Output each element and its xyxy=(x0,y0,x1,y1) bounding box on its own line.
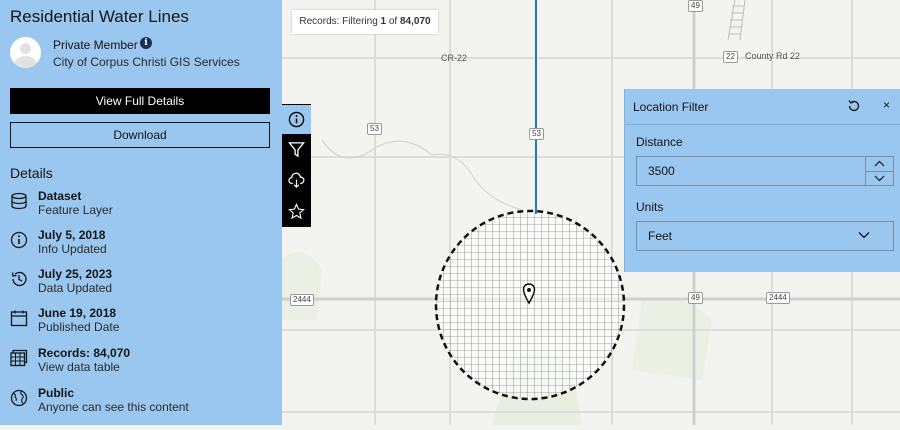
records-total-count: 84,070 xyxy=(400,16,431,27)
location-filter-title: Location Filter xyxy=(633,100,709,114)
increment-button[interactable] xyxy=(866,157,893,172)
star-icon xyxy=(288,203,305,220)
map-tool-strip xyxy=(282,104,311,227)
globe-icon xyxy=(10,389,28,407)
records-filter-status: Records: Filtering 1 of 84,070 xyxy=(292,10,438,34)
location-filter-header: Location Filter × xyxy=(625,89,900,125)
detail-secondary: Feature Layer xyxy=(38,203,113,217)
detail-primary: Public xyxy=(38,386,75,400)
calendar-icon xyxy=(10,310,28,327)
chevron-down-icon xyxy=(874,175,885,182)
favorite-tool-button[interactable] xyxy=(282,197,311,226)
route-shield-49-bottom: 49 xyxy=(688,292,703,304)
route-shield-2444-left: 2444 xyxy=(290,294,314,306)
download-button[interactable]: Download xyxy=(10,122,270,148)
detail-row-data-updated: July 25, 2023 Data Updated xyxy=(10,267,280,301)
distance-input[interactable]: 3500 xyxy=(636,156,866,186)
location-filter-panel: Location Filter × Distance 3500 Units Fe… xyxy=(624,89,900,272)
route-shield-53-left: 53 xyxy=(367,123,382,135)
filter-tool-button[interactable] xyxy=(282,135,311,164)
avatar xyxy=(10,37,41,68)
item-details-panel: Residential Water Lines Private Member i… xyxy=(0,0,282,425)
records-middle: of xyxy=(386,16,400,27)
records-prefix: Records: Filtering xyxy=(299,16,381,27)
reset-icon[interactable] xyxy=(847,99,861,113)
organization-name: City of Corpus Christi GIS Services xyxy=(53,55,240,69)
dataset-icon xyxy=(11,192,27,210)
detail-row-info-updated: July 5, 2018 Info Updated xyxy=(10,228,280,262)
detail-secondary: Anyone can see this content xyxy=(38,400,189,414)
view-data-table-link[interactable]: View data table xyxy=(38,360,120,374)
units-label: Units xyxy=(636,200,664,214)
detail-row-published: June 19, 2018 Published Date xyxy=(10,306,280,340)
download-tool-button[interactable] xyxy=(282,166,311,195)
owner-role: Private Member xyxy=(53,38,138,52)
detail-secondary: Data Updated xyxy=(38,281,113,295)
detail-primary: June 19, 2018 xyxy=(38,306,117,320)
details-heading: Details xyxy=(10,165,53,181)
member-info-icon[interactable]: i xyxy=(140,37,152,49)
route-shield-53-top: 53 xyxy=(529,128,544,140)
detail-secondary: Published Date xyxy=(38,320,120,334)
info-icon xyxy=(10,231,28,249)
close-icon[interactable]: × xyxy=(883,98,890,112)
units-select[interactable]: Feet xyxy=(636,221,894,251)
info-icon xyxy=(288,111,305,128)
road-label-cr22: CR-22 xyxy=(441,53,468,63)
route-shield-49-top: 49 xyxy=(688,0,703,12)
distance-stepper xyxy=(865,156,894,186)
detail-row-sharing: Public Anyone can see this content xyxy=(10,386,280,420)
road-label-county-rd-22: County Rd 22 xyxy=(745,51,801,61)
info-tool-button[interactable] xyxy=(282,105,311,134)
detail-primary: Records: 84,070 xyxy=(38,346,131,360)
filter-icon xyxy=(288,142,305,158)
table-icon xyxy=(10,349,28,367)
history-icon xyxy=(11,271,27,287)
detail-secondary: Info Updated xyxy=(38,242,107,256)
chevron-up-icon xyxy=(874,160,885,167)
detail-row-dataset: Dataset Feature Layer xyxy=(10,189,280,223)
view-full-details-button[interactable]: View Full Details xyxy=(10,88,270,114)
detail-primary: July 25, 2023 xyxy=(38,267,113,281)
cloud-download-icon xyxy=(288,172,305,188)
chevron-down-icon xyxy=(858,232,870,239)
detail-primary: Dataset xyxy=(38,189,82,203)
route-shield-22: 22 xyxy=(723,51,738,63)
detail-row-records[interactable]: Records: 84,070 View data table xyxy=(10,346,280,380)
decrement-button[interactable] xyxy=(866,171,893,185)
distance-label: Distance xyxy=(636,135,683,149)
route-shield-2444-right: 2444 xyxy=(766,292,790,304)
page-title: Residential Water Lines xyxy=(10,7,189,26)
location-pin-icon[interactable] xyxy=(522,283,536,305)
detail-primary: July 5, 2018 xyxy=(38,228,106,242)
